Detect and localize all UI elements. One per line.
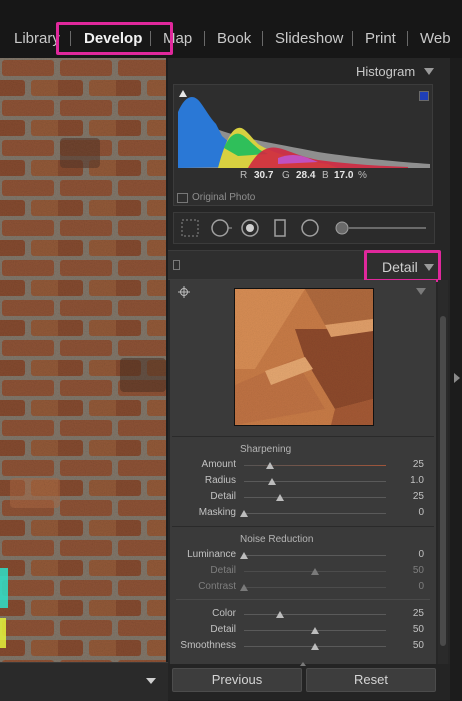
shadow-clipping-indicator-icon[interactable] xyxy=(179,90,187,97)
chevron-down-icon[interactable] xyxy=(146,678,156,684)
noise-reduction-title: Noise Reduction xyxy=(240,534,314,545)
module-library[interactable]: Library xyxy=(14,30,60,47)
slider-value[interactable]: 50 xyxy=(398,565,424,576)
slider-label: Luminance xyxy=(187,549,236,560)
module-web[interactable]: Web xyxy=(420,30,451,47)
module-separator xyxy=(407,31,408,46)
slider-thumb[interactable] xyxy=(275,494,284,501)
slider-thumb[interactable] xyxy=(268,478,277,485)
slider-label: Masking xyxy=(198,507,236,518)
target-adjust-icon[interactable] xyxy=(178,286,190,298)
adjustment-brush-icon[interactable] xyxy=(335,221,426,235)
brick-wall-image xyxy=(0,58,166,662)
slider-value[interactable]: 25 xyxy=(398,608,424,619)
filmstrip-bar xyxy=(0,662,168,701)
slider-track[interactable] xyxy=(244,587,386,588)
slider-track[interactable] xyxy=(244,497,386,498)
slider-label: Radius xyxy=(204,475,236,486)
histogram-graph xyxy=(178,97,430,168)
slider-label: Color xyxy=(212,608,236,619)
histogram-title: Histogram xyxy=(356,64,416,79)
spot-removal-icon[interactable] xyxy=(211,219,232,237)
slider-value[interactable]: 50 xyxy=(398,640,424,651)
detail-preview-zoom[interactable] xyxy=(234,288,374,426)
slider-thumb[interactable] xyxy=(311,568,319,575)
slider-value[interactable]: 25 xyxy=(398,491,424,502)
previous-button[interactable]: Previous xyxy=(172,668,302,692)
original-photo-label: Original Photo xyxy=(192,192,256,203)
slider-value[interactable]: 1.0 xyxy=(398,475,424,486)
crop-overlay-icon[interactable] xyxy=(181,219,199,237)
slider-thumb[interactable] xyxy=(240,552,248,559)
detail-highlight-box xyxy=(364,250,441,282)
slider-thumb[interactable] xyxy=(311,643,319,650)
reset-button[interactable]: Reset xyxy=(306,668,436,692)
module-separator xyxy=(352,31,353,46)
slider-thumb[interactable] xyxy=(265,462,274,469)
slider-value[interactable]: 50 xyxy=(398,624,424,635)
highlight-clipping-indicator-icon[interactable] xyxy=(419,91,429,101)
slider-value[interactable]: 0 xyxy=(398,507,424,518)
histogram-g-value: 28.4 xyxy=(296,170,316,181)
section-divider xyxy=(172,526,434,527)
slider-label: Amount xyxy=(201,459,236,470)
slider-value[interactable]: 25 xyxy=(398,459,424,470)
histogram-r-label: R xyxy=(240,170,248,181)
section-divider xyxy=(172,436,434,437)
slider-label: Detail xyxy=(210,491,236,502)
radial-filter-icon[interactable] xyxy=(301,219,319,237)
histogram-b-value: 17.0 xyxy=(334,170,354,181)
red-eye-icon[interactable] xyxy=(241,219,259,237)
slider-track[interactable] xyxy=(244,555,386,556)
slider-label: Contrast xyxy=(198,581,236,592)
panel-switch-icon[interactable] xyxy=(173,260,180,270)
slider-track[interactable] xyxy=(244,513,386,514)
slider-value[interactable]: 0 xyxy=(398,581,424,592)
slider-thumb[interactable] xyxy=(240,584,248,591)
toolbar-toggle-icon[interactable] xyxy=(300,662,306,666)
slider-track[interactable] xyxy=(244,614,386,615)
slider-thumb[interactable] xyxy=(275,611,284,618)
module-print[interactable]: Print xyxy=(365,30,396,47)
section-divider xyxy=(176,599,430,600)
slider-thumb[interactable] xyxy=(311,627,319,634)
photo-canvas[interactable] xyxy=(0,58,166,662)
histogram-r-value: 30.7 xyxy=(254,170,274,181)
zoomed-brick-image xyxy=(235,289,373,425)
slider-label: Detail xyxy=(210,565,236,576)
slider-track[interactable] xyxy=(244,481,386,482)
panel-scrollbar-thumb[interactable] xyxy=(440,316,446,646)
histogram-collapse-icon[interactable] xyxy=(424,68,434,75)
tool-icons xyxy=(181,219,426,237)
slider-value[interactable]: 0 xyxy=(398,549,424,560)
module-separator xyxy=(204,31,205,46)
module-book[interactable]: Book xyxy=(217,30,251,47)
module-slideshow[interactable]: Slideshow xyxy=(275,30,343,47)
slider-thumb[interactable] xyxy=(240,510,248,517)
histogram-unit: % xyxy=(358,170,367,181)
slider-label: Detail xyxy=(210,624,236,635)
histogram-b-label: B xyxy=(322,170,329,181)
original-photo-checkbox[interactable] xyxy=(177,193,188,203)
histogram-g-label: G xyxy=(282,170,290,181)
develop-highlight-box xyxy=(56,22,173,55)
sharpening-title: Sharpening xyxy=(240,444,292,455)
graduated-filter-icon[interactable] xyxy=(274,219,286,237)
module-separator xyxy=(262,31,263,46)
slider-label: Smoothness xyxy=(180,640,236,651)
preview-collapse-icon[interactable] xyxy=(416,288,426,295)
panel-expand-arrow-icon[interactable] xyxy=(454,373,460,383)
